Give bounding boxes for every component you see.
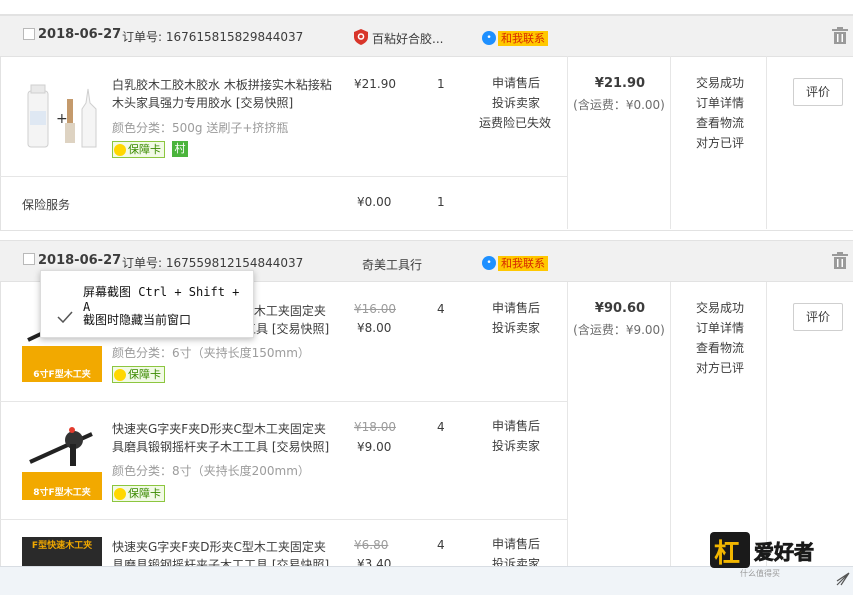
order-number-value: 167615815829844037 [165, 30, 304, 44]
divider [0, 176, 567, 177]
divider [0, 519, 567, 520]
svg-text:爱好者: 爱好者 [754, 540, 814, 564]
contact-label: 和我联系 [498, 255, 548, 271]
order-total: ¥21.90 [594, 76, 646, 91]
order-number: 订单号: 167559812154844037 [122, 254, 303, 271]
guarantee-icon [114, 368, 126, 381]
shield-icon [354, 29, 368, 45]
divider [670, 282, 671, 566]
contact-seller-button[interactable]: • 和我联系 [482, 30, 548, 46]
chat-bubble-icon: • [482, 256, 496, 270]
unit-price: ¥21.90 [354, 77, 396, 91]
product-banner: 6寸F型木工夹 [22, 369, 102, 382]
divider [567, 56, 568, 229]
reviewed-status: 对方已评 [696, 361, 745, 375]
shop-name[interactable]: 百粘好合胶... [372, 30, 443, 47]
quantity: 4 [437, 420, 445, 434]
svg-text:杠: 杠 [714, 539, 740, 569]
order-checkbox[interactable] [23, 253, 35, 265]
logistics-link[interactable]: 查看物流 [696, 113, 744, 133]
guarantee-badge[interactable]: 保障卡 [112, 141, 165, 158]
shop-name[interactable]: 奇美工具行 [362, 256, 422, 273]
order-checkbox[interactable] [23, 28, 35, 40]
guarantee-label: 保障卡 [128, 487, 161, 500]
op-complain[interactable]: 投诉卖家 [492, 93, 540, 113]
shipping-fee: (含运费：¥0.00) [573, 98, 665, 112]
op-complain[interactable]: 投诉卖家 [492, 554, 540, 566]
order-number-label: 订单号: [122, 30, 163, 44]
divider [0, 401, 567, 402]
product-sku: 颜色分类：6寸（夹持长度150mm） [112, 346, 310, 360]
op-after-sale[interactable]: 申请售后 [492, 73, 540, 93]
op-complain[interactable]: 投诉卖家 [492, 436, 540, 456]
order-number-value: 167559812154844037 [165, 256, 304, 270]
watermark-text: 什么值得买 [740, 569, 780, 578]
quantity: 4 [437, 302, 445, 316]
divider [670, 56, 671, 229]
op-after-sale[interactable]: 申请售后 [492, 416, 540, 436]
unit-price: ¥9.00 [357, 440, 392, 454]
trash-icon[interactable] [832, 27, 848, 44]
menu-item-hide-window[interactable]: 截图时隐藏当前窗口 [83, 311, 191, 328]
logistics-link[interactable]: 查看物流 [696, 338, 744, 358]
op-after-sale[interactable]: 申请售后 [492, 298, 540, 318]
chat-bubble-icon: • [482, 31, 496, 45]
order-date: 2018-06-27 [38, 253, 122, 268]
send-icon[interactable] [836, 572, 850, 586]
review-button[interactable]: 评价 [793, 78, 843, 106]
guarantee-label: 保障卡 [128, 143, 161, 156]
product-banner: 8寸F型木工夹 [22, 487, 102, 500]
status-success: 交易成功 [696, 301, 745, 315]
order-detail-link[interactable]: 订单详情 [696, 93, 744, 113]
op-after-sale[interactable]: 申请售后 [492, 534, 540, 554]
reviewed-status: 对方已评 [696, 136, 745, 150]
guarantee-label: 保障卡 [128, 368, 161, 381]
quantity: 4 [437, 538, 445, 552]
guarantee-badge[interactable]: 保障卡 [112, 366, 165, 383]
order-number-label: 订单号: [122, 256, 163, 270]
checkmark-icon [57, 311, 73, 324]
product-sku: 颜色分类：500g 送刷子+挤挤瓶 [112, 121, 289, 135]
review-button[interactable]: 评价 [793, 303, 843, 331]
contact-label: 和我联系 [498, 30, 548, 46]
service-label: 保险服务 [22, 198, 71, 212]
guarantee-icon [114, 143, 126, 156]
divider [766, 56, 767, 229]
product-sku: 颜色分类：8寸（夹持长度200mm） [112, 464, 310, 478]
order-total: ¥90.60 [594, 301, 646, 316]
watermark-logo: 杠 爱好者 什么值得买 [710, 528, 840, 578]
service-qty: 1 [437, 195, 445, 209]
screenshot-context-menu: 屏幕截图 Ctrl + Shift + A 截图时隐藏当前窗口 [40, 270, 254, 338]
original-price: ¥18.00 [354, 420, 396, 434]
product-banner: F型快速木工夹 [31, 541, 93, 551]
product-title[interactable]: 快速夹G字夹F夹D形夹C型木工夹固定夹具磨具锻钢摇杆夹子木工工具 [交易快照] [112, 538, 334, 566]
product-image[interactable]: + [22, 77, 104, 159]
product-title[interactable]: 快速夹G字夹F夹D形夹C型木工夹固定夹具磨具锻钢摇杆夹子木工工具 [交易快照] [112, 420, 334, 456]
service-price: ¥0.00 [357, 195, 392, 209]
order-number: 订单号: 167615815829844037 [122, 28, 303, 45]
trash-icon[interactable] [832, 252, 848, 269]
contact-seller-button[interactable]: • 和我联系 [482, 255, 548, 271]
order-date: 2018-06-27 [38, 27, 122, 42]
unit-price: ¥8.00 [357, 321, 392, 335]
tmall-icon[interactable]: 村 [172, 141, 188, 157]
op-freight-insurance: 运费险已失效 [479, 116, 552, 130]
order-detail-link[interactable]: 订单详情 [696, 318, 744, 338]
shipping-fee: (含运费：¥9.00) [573, 323, 665, 337]
menu-item-screenshot[interactable]: 屏幕截图 Ctrl + Shift + A [83, 283, 253, 314]
original-price: ¥6.80 [354, 538, 389, 552]
divider [766, 282, 767, 566]
divider [567, 282, 568, 566]
original-price: ¥16.00 [354, 302, 396, 316]
guarantee-icon [114, 487, 126, 500]
status-success: 交易成功 [696, 76, 745, 90]
product-title[interactable]: 白乳胶木工胶木胶水 木板拼接实木粘接粘木头家具强力专用胶水 [交易快照] [112, 76, 334, 112]
op-complain[interactable]: 投诉卖家 [492, 318, 540, 338]
unit-price: ¥3.40 [357, 557, 392, 566]
quantity: 1 [437, 77, 445, 91]
guarantee-badge[interactable]: 保障卡 [112, 485, 165, 502]
